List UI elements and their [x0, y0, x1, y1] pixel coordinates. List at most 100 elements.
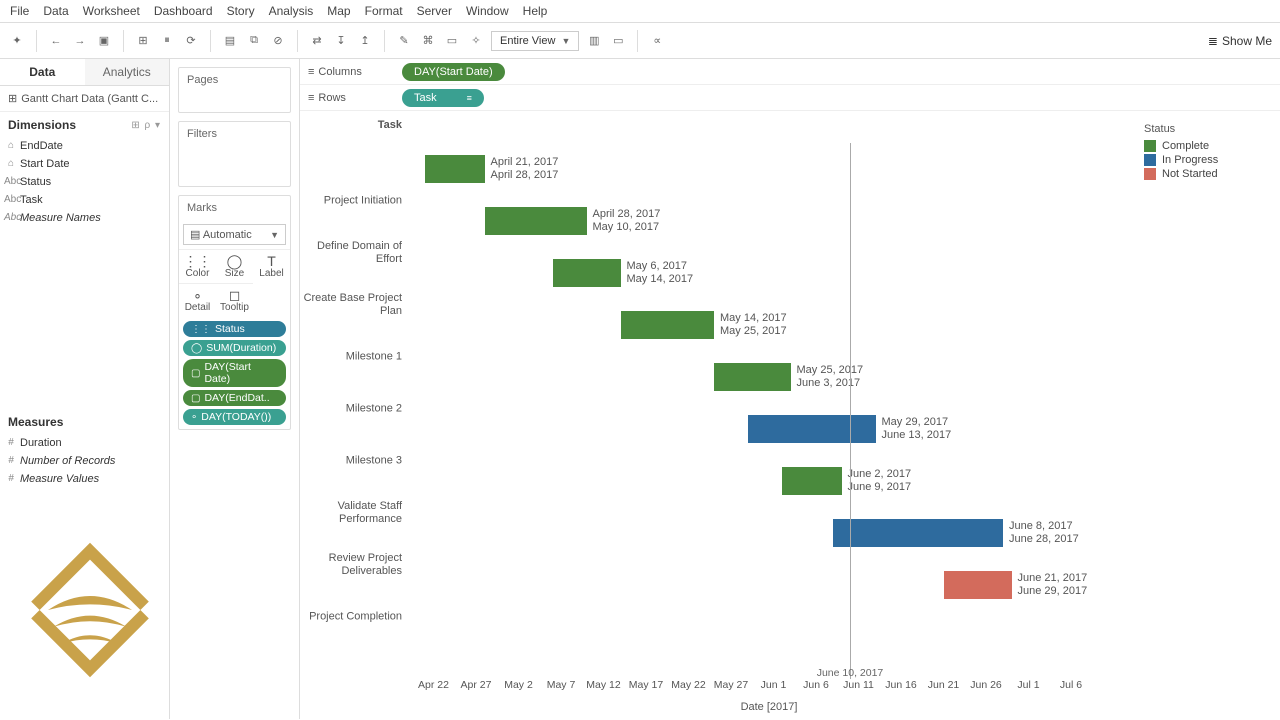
x-tick: Jun 6	[803, 679, 829, 691]
sort-desc-icon[interactable]: ↥	[356, 32, 374, 50]
field-task[interactable]: Task	[0, 191, 169, 209]
legend-item[interactable]: Not Started	[1144, 167, 1268, 181]
field-measure-names[interactable]: Measure Names	[0, 209, 169, 227]
bar-label: May 6, 2017May 14, 2017	[627, 260, 694, 286]
field-measure-values[interactable]: Measure Values	[0, 470, 169, 488]
showme-icon: ≣	[1208, 34, 1218, 48]
legend-item[interactable]: Complete	[1144, 139, 1268, 153]
menubar: File Data Worksheet Dashboard Story Analysis M…	[0, 0, 1280, 23]
x-tick: Jun 26	[970, 679, 1002, 691]
presentation-icon[interactable]: ▭	[609, 32, 627, 50]
forward-icon[interactable]: →	[71, 32, 89, 50]
gantt-bar[interactable]	[748, 415, 876, 443]
toolbar: ✦ ← → ▣ ⊞ ⏸ ⟳ ▤ ⧉ ⊘ ⇄ ↧ ↥ ✎ ⌘ ▭ ✧ Entire…	[0, 23, 1280, 59]
columns-pill[interactable]: DAY(Start Date)	[402, 63, 505, 81]
menu-map[interactable]: Map	[327, 4, 350, 18]
shelves-column: Pages Filters Marks ▤ Automatic▼ ⋮⋮Color…	[170, 59, 300, 719]
field-status[interactable]: Status	[0, 173, 169, 191]
x-axis-title: Date [2017]	[741, 701, 798, 713]
reference-label: June 10, 2017	[817, 667, 884, 679]
bar-label: April 28, 2017May 10, 2017	[593, 208, 661, 234]
bar-label: May 14, 2017May 25, 2017	[720, 312, 787, 338]
gantt-bar[interactable]	[621, 311, 715, 339]
x-tick: May 27	[714, 679, 748, 691]
cards-icon[interactable]: ▥	[585, 32, 603, 50]
marks-label[interactable]: TLabel	[253, 249, 290, 283]
gantt-bar[interactable]	[553, 259, 621, 287]
mark-type-select[interactable]: ▤ Automatic▼	[183, 224, 286, 245]
back-icon[interactable]: ←	[47, 32, 65, 50]
fit-selector[interactable]: Entire View ▼	[491, 31, 579, 51]
labels-icon[interactable]: ▭	[443, 32, 461, 50]
rows-shelf[interactable]: ≡Rows	[304, 92, 394, 104]
task-label: Validate Staff Performance	[300, 500, 402, 526]
datasource-icon: ⊞	[8, 92, 17, 105]
gantt-plot[interactable]: April 21, 2017April 28, 2017April 28, 20…	[408, 111, 1130, 719]
mark-pill[interactable]: ⋮⋮Status	[183, 321, 286, 337]
gantt-bar[interactable]	[485, 207, 587, 235]
marks-tooltip[interactable]: ◻Tooltip	[216, 283, 253, 317]
mark-pill[interactable]: ◯SUM(Duration)	[183, 340, 286, 356]
group-icon[interactable]: ⌘	[419, 32, 437, 50]
share-icon[interactable]: ∝	[648, 32, 666, 50]
x-tick: May 17	[629, 679, 663, 691]
new-datasource-icon[interactable]: ⊞	[134, 32, 152, 50]
caret-down-icon: ▼	[561, 36, 570, 46]
x-tick: May 22	[671, 679, 705, 691]
highlight-icon[interactable]: ✎	[395, 32, 413, 50]
menu-window[interactable]: Window	[466, 4, 509, 18]
columns-shelf[interactable]: ≡Columns	[304, 66, 394, 78]
color-legend[interactable]: Status CompleteIn ProgressNot Started	[1136, 115, 1276, 189]
gantt-bar[interactable]	[782, 467, 842, 495]
refresh-icon[interactable]: ⟳	[182, 32, 200, 50]
field-enddate[interactable]: EndDate	[0, 137, 169, 155]
menu-worksheet[interactable]: Worksheet	[83, 4, 140, 18]
menu-data[interactable]: Data	[43, 4, 68, 18]
marks-color[interactable]: ⋮⋮Color	[179, 249, 216, 283]
clear-icon[interactable]: ⊘	[269, 32, 287, 50]
gantt-bar[interactable]	[425, 155, 485, 183]
filters-shelf[interactable]: Filters	[179, 122, 290, 146]
field-number-of-records[interactable]: Number of Records	[0, 452, 169, 470]
marks-detail[interactable]: ∘Detail	[179, 283, 216, 317]
tab-data[interactable]: Data	[0, 59, 85, 85]
sort-asc-icon[interactable]: ↧	[332, 32, 350, 50]
mark-pill[interactable]: ∘DAY(TODAY())	[183, 409, 286, 425]
tab-analytics[interactable]: Analytics	[85, 59, 170, 85]
menu-dashboard[interactable]: Dashboard	[154, 4, 213, 18]
datasource[interactable]: ⊞ Gantt Chart Data (Gantt C...	[0, 86, 169, 112]
field-start-date[interactable]: Start Date	[0, 155, 169, 173]
menu-story[interactable]: Story	[227, 4, 255, 18]
x-tick: Jun 11	[843, 679, 874, 691]
field-duration[interactable]: Duration	[0, 434, 169, 452]
new-sheet-icon[interactable]: ▤	[221, 32, 239, 50]
menu-analysis[interactable]: Analysis	[269, 4, 314, 18]
menu-help[interactable]: Help	[523, 4, 548, 18]
gantt-bar[interactable]	[833, 519, 1003, 547]
swap-icon[interactable]: ⇄	[308, 32, 326, 50]
legend-item[interactable]: In Progress	[1144, 153, 1268, 167]
duplicate-icon[interactable]: ⧉	[245, 32, 263, 50]
gantt-bar[interactable]	[944, 571, 1012, 599]
menu-server[interactable]: Server	[417, 4, 452, 18]
x-tick: May 12	[586, 679, 620, 691]
fit-label: Entire View	[500, 35, 555, 47]
pin-icon[interactable]: ✧	[467, 32, 485, 50]
rows-pill[interactable]: Task≡	[402, 89, 484, 107]
gantt-bar[interactable]	[714, 363, 791, 391]
marks-size[interactable]: ◯Size	[216, 249, 253, 283]
x-tick: Apr 22	[418, 679, 449, 691]
pages-shelf[interactable]: Pages	[179, 68, 290, 92]
pause-icon[interactable]: ⏸	[158, 32, 176, 50]
dimensions-header: Dimensions⊞ ρ ▾	[0, 112, 169, 135]
mark-pill[interactable]: ▢DAY(Start Date)	[183, 359, 286, 387]
menu-file[interactable]: File	[10, 4, 29, 18]
task-label: Milestone 2	[346, 403, 402, 416]
menu-format[interactable]: Format	[365, 4, 403, 18]
x-tick: Apr 27	[461, 679, 492, 691]
watermark-logo-icon	[20, 540, 160, 680]
mark-pill[interactable]: ▢DAY(EndDat..	[183, 390, 286, 406]
save-icon[interactable]: ▣	[95, 32, 113, 50]
x-tick: Jul 1	[1017, 679, 1039, 691]
show-me-button[interactable]: ≣ Show Me	[1208, 34, 1272, 48]
